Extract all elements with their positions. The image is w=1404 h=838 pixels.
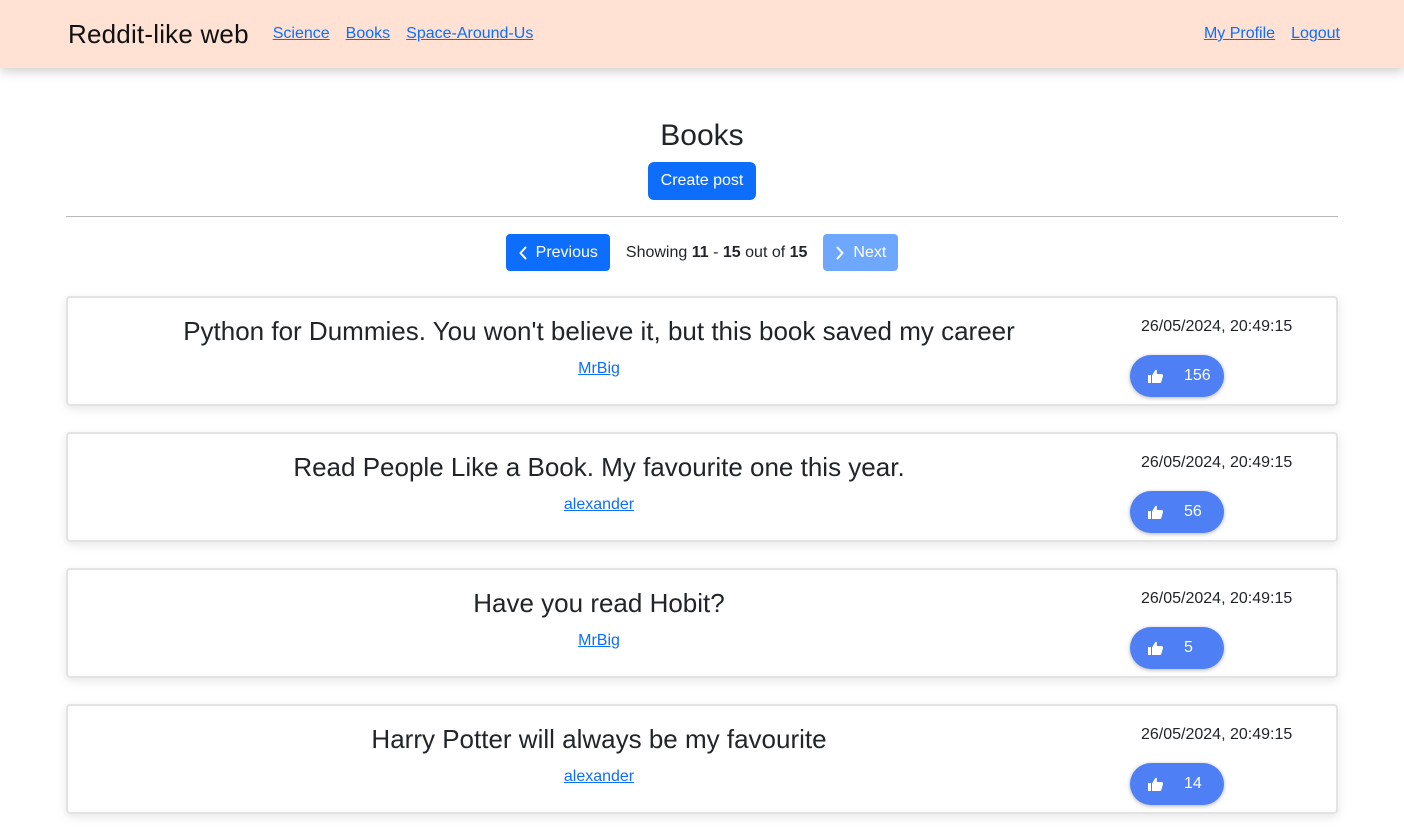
post-author-wrap: alexander	[68, 496, 1130, 514]
pagination: Previous Showing 11 - 15 out of 15 Next	[66, 234, 1338, 271]
like-count: 5	[1184, 639, 1193, 656]
previous-button[interactable]: Previous	[505, 234, 610, 271]
post-title[interactable]: Read People Like a Book. My favourite on…	[68, 451, 1130, 483]
post-author-wrap: MrBig	[68, 360, 1130, 378]
post-date: 26/05/2024, 20:49:15	[1141, 726, 1293, 743]
page-title: Books	[660, 119, 744, 152]
out-of-text: out of	[745, 243, 786, 261]
range-dash: -	[713, 243, 719, 261]
post-author-wrap: MrBig	[68, 632, 1130, 650]
thumbs-up-icon	[1148, 505, 1164, 519]
nav-link-science[interactable]: Science	[273, 25, 330, 43]
post-card[interactable]: Read People Like a Book. My favourite on…	[66, 432, 1338, 542]
like-count: 56	[1184, 503, 1202, 520]
thumbs-up-icon	[1148, 777, 1164, 791]
chevron-right-icon	[836, 246, 844, 259]
thumbs-up-icon	[1148, 369, 1164, 383]
previous-label: Previous	[535, 243, 598, 261]
logout-link[interactable]: Logout	[1291, 25, 1340, 43]
post-author-wrap: alexander	[68, 768, 1130, 786]
brand-title[interactable]: Reddit-like web	[68, 19, 249, 50]
post-title[interactable]: Python for Dummies. You won't believe it…	[68, 315, 1130, 347]
post-list: Python for Dummies. You won't believe it…	[66, 296, 1338, 814]
post-date: 26/05/2024, 20:49:15	[1141, 590, 1293, 607]
like-count: 156	[1184, 367, 1211, 384]
post-date: 26/05/2024, 20:49:15	[1141, 318, 1293, 335]
post-author-link[interactable]: MrBig	[578, 632, 620, 649]
range-total: 15	[789, 243, 808, 261]
top-navbar: Reddit-like web Science Books Space-Arou…	[0, 0, 1404, 68]
divider	[66, 216, 1338, 217]
create-post-button[interactable]: Create post	[647, 162, 757, 200]
nav-right-group: My Profile Logout	[1188, 25, 1340, 43]
post-card[interactable]: Harry Potter will always be my favourite…	[66, 704, 1338, 814]
chevron-left-icon	[519, 246, 527, 259]
post-author-link[interactable]: alexander	[564, 768, 634, 785]
post-date: 26/05/2024, 20:49:15	[1141, 454, 1293, 471]
showing-range-text: Showing 11 - 15 out of 15	[626, 244, 808, 262]
title-area: Books Create post	[66, 68, 1338, 200]
main-content: Books Create post Previous Showing 11 - …	[66, 68, 1338, 814]
thumbs-up-icon	[1148, 641, 1164, 655]
nav-link-space-around-us[interactable]: Space-Around-Us	[406, 25, 533, 43]
like-button[interactable]: 156	[1130, 355, 1224, 397]
like-count: 14	[1184, 775, 1202, 792]
range-from: 11	[691, 243, 709, 261]
range-to: 15	[722, 243, 741, 261]
next-label: Next	[853, 243, 887, 261]
like-button[interactable]: 14	[1130, 763, 1224, 805]
post-card[interactable]: Python for Dummies. You won't believe it…	[66, 296, 1338, 406]
like-button[interactable]: 5	[1130, 627, 1224, 669]
post-title[interactable]: Have you read Hobit?	[68, 587, 1130, 619]
showing-prefix: Showing	[625, 243, 688, 261]
next-button[interactable]: Next	[823, 234, 899, 271]
like-button[interactable]: 56	[1130, 491, 1224, 533]
post-title[interactable]: Harry Potter will always be my favourite	[68, 723, 1130, 755]
post-card[interactable]: Have you read Hobit? MrBig 26/05/2024, 2…	[66, 568, 1338, 678]
post-author-link[interactable]: MrBig	[578, 360, 620, 377]
nav-link-books[interactable]: Books	[346, 25, 390, 43]
my-profile-link[interactable]: My Profile	[1204, 25, 1275, 43]
post-author-link[interactable]: alexander	[564, 496, 634, 513]
